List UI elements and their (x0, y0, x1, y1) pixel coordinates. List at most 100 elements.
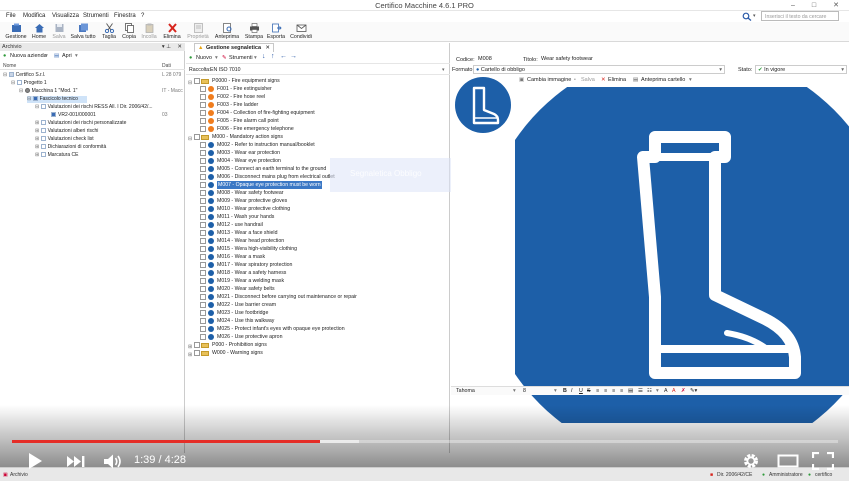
sign-item[interactable]: F005 - Fire alarm call point (186, 117, 450, 125)
checkbox[interactable] (200, 286, 206, 292)
sign-item[interactable]: M009 - Wear protective gloves (186, 197, 450, 205)
checkbox[interactable] (200, 126, 206, 132)
checkbox[interactable] (200, 222, 206, 228)
title-field[interactable]: Wear safety footwear (539, 55, 847, 64)
tree-item-company[interactable]: ⊟ Certifico S.r.l. (3, 72, 45, 79)
bold-button[interactable]: B (563, 388, 567, 394)
video-progress-bar[interactable] (12, 440, 321, 443)
sign-item[interactable]: M002 - Refer to instruction manual/bookl… (186, 141, 450, 149)
tree-item-conformity[interactable]: ⊞ Dichiarazioni di conformità (35, 144, 106, 151)
copy-button[interactable]: Copia (120, 23, 138, 42)
checkbox[interactable] (200, 214, 206, 220)
align-left-icon[interactable]: ≡ (596, 388, 599, 394)
menu-file[interactable]: File (6, 13, 16, 19)
checkbox[interactable] (200, 94, 206, 100)
checkbox[interactable] (200, 166, 206, 172)
search-dropdown-icon[interactable]: ▾ (753, 13, 756, 19)
sign-item[interactable]: M021 - Disconnect before carrying out ma… (186, 293, 450, 301)
tree-item-risk-ress[interactable]: ⊟ Valutazioni dei rischi RESS All. I Dir… (35, 104, 153, 111)
sign-preview-button[interactable]: Anteprima cartello (641, 77, 685, 83)
checkbox[interactable] (200, 86, 206, 92)
sign-group[interactable]: ⊞ W000 - Warning signs (186, 349, 450, 359)
fullscreen-icon[interactable] (812, 452, 834, 470)
checkbox[interactable] (200, 270, 206, 276)
raccolta-select[interactable]: EN ISO 7010 (210, 67, 241, 73)
sign-item[interactable]: M019 - Wear a welding mask (186, 277, 450, 285)
preview-dropdown-icon[interactable]: ▾ (689, 77, 692, 83)
sign-item[interactable]: M012 - use handrail (186, 221, 450, 229)
raccolta-dropdown-icon[interactable]: ▾ (442, 67, 445, 73)
gestione-button[interactable]: Gestione (4, 23, 28, 42)
status-select[interactable]: ✔ In vigore ▾ (755, 65, 847, 74)
open-folder-icon[interactable]: ▤ (54, 53, 59, 59)
tree-item-risk-trees[interactable]: ⊞ Valutazioni alberi rischi (35, 128, 98, 135)
sign-item[interactable]: M014 - Wear head protection (186, 237, 450, 245)
sign-group[interactable]: ⊞ P000 - Prohibition signs (186, 341, 450, 350)
checkbox[interactable] (194, 342, 200, 348)
checkbox[interactable] (200, 182, 206, 188)
open-dropdown-icon[interactable]: ▾ (75, 53, 78, 59)
checkbox[interactable] (200, 158, 206, 164)
checkbox[interactable] (200, 294, 206, 300)
cut-button[interactable]: Taglia (100, 23, 118, 42)
align-right-icon[interactable]: ≡ (612, 388, 615, 394)
print-button[interactable]: Stampa (244, 23, 264, 42)
tree-item-machine[interactable]: ⊟ Macchina 1 "Mod. 1" (19, 88, 77, 95)
expand-icon[interactable]: ⊞ (188, 351, 192, 359)
search-icon[interactable] (742, 12, 752, 21)
highlight-icon[interactable]: A (664, 388, 668, 394)
checkbox[interactable] (200, 142, 206, 148)
more-format-icon[interactable]: ✎▾ (690, 388, 697, 394)
menu-modifica[interactable]: Modifica (23, 13, 45, 19)
checkbox[interactable] (200, 102, 206, 108)
open-button[interactable]: Apri (62, 53, 72, 59)
italic-button[interactable]: I (571, 388, 572, 394)
paste-button[interactable]: Incolla (140, 23, 158, 42)
save-all-button[interactable]: Salva tutto (69, 23, 97, 42)
save-image-button[interactable]: Salva (581, 77, 595, 83)
checkbox[interactable] (200, 246, 206, 252)
align-center-icon[interactable]: ≡ (604, 388, 607, 394)
sign-item[interactable]: F002 - Fire hose reel (186, 93, 450, 101)
tree-item-checklist[interactable]: ⊞ Valutazioni check list (35, 136, 94, 143)
home-button[interactable]: Home (30, 23, 48, 42)
sign-item[interactable]: M016 - Wear a mask (186, 253, 450, 261)
font-select[interactable]: Tahoma (456, 388, 475, 394)
sign-item[interactable]: M020 - Wear safety belts (186, 285, 450, 293)
indent-icon[interactable]: ▤ (628, 388, 633, 394)
sign-group[interactable]: ⊟ M000 - Mandatory action signs (186, 133, 450, 142)
menu-help[interactable]: ? (141, 13, 144, 19)
save-button[interactable]: Salva (51, 23, 67, 42)
checkbox[interactable] (194, 350, 200, 356)
sign-item[interactable]: F004 - Collection of fire-fighting equip… (186, 109, 450, 117)
add-icon[interactable]: ● (3, 53, 6, 59)
checkbox[interactable] (200, 310, 206, 316)
list-dropdown-icon[interactable]: ▾ (656, 388, 659, 394)
size-select[interactable]: 8 (523, 388, 526, 394)
checkbox[interactable] (200, 198, 206, 204)
tab-close-icon[interactable]: ✕ (265, 44, 270, 52)
sign-item[interactable]: M011 - Wash your hands (186, 213, 450, 221)
clear-format-icon[interactable]: ✗ (681, 388, 685, 394)
sign-item[interactable]: M022 - Use barrier cream (186, 301, 450, 309)
checkbox[interactable] (200, 302, 206, 308)
checkbox[interactable] (200, 278, 206, 284)
checkbox[interactable] (200, 118, 206, 124)
tree-item-risk-custom[interactable]: ⊞ Valutazioni dei rischi personalizzate (35, 120, 126, 127)
checkbox[interactable] (200, 230, 206, 236)
sign-group[interactable]: ⊟ P0000 - Fire equipment signs (186, 77, 450, 86)
next-icon[interactable] (66, 455, 86, 468)
change-image-button[interactable]: Cambia immagine (527, 77, 571, 83)
size-dropdown-icon[interactable]: ▾ (554, 388, 557, 394)
checkbox[interactable] (200, 190, 206, 196)
new-sign-button[interactable]: Nuovo (196, 55, 212, 61)
export-button[interactable]: Esporta (266, 23, 286, 42)
sign-item[interactable]: M018 - Wear a safety harness (186, 269, 450, 277)
sign-item[interactable]: M003 - Wear ear protection (186, 149, 450, 157)
checkbox[interactable] (200, 206, 206, 212)
checkbox[interactable] (200, 318, 206, 324)
move-left-icon[interactable]: ← (280, 53, 287, 60)
menu-visualizza[interactable]: Visualizza (52, 13, 79, 19)
checkbox[interactable] (200, 174, 206, 180)
properties-button[interactable]: Proprietà (186, 23, 210, 42)
